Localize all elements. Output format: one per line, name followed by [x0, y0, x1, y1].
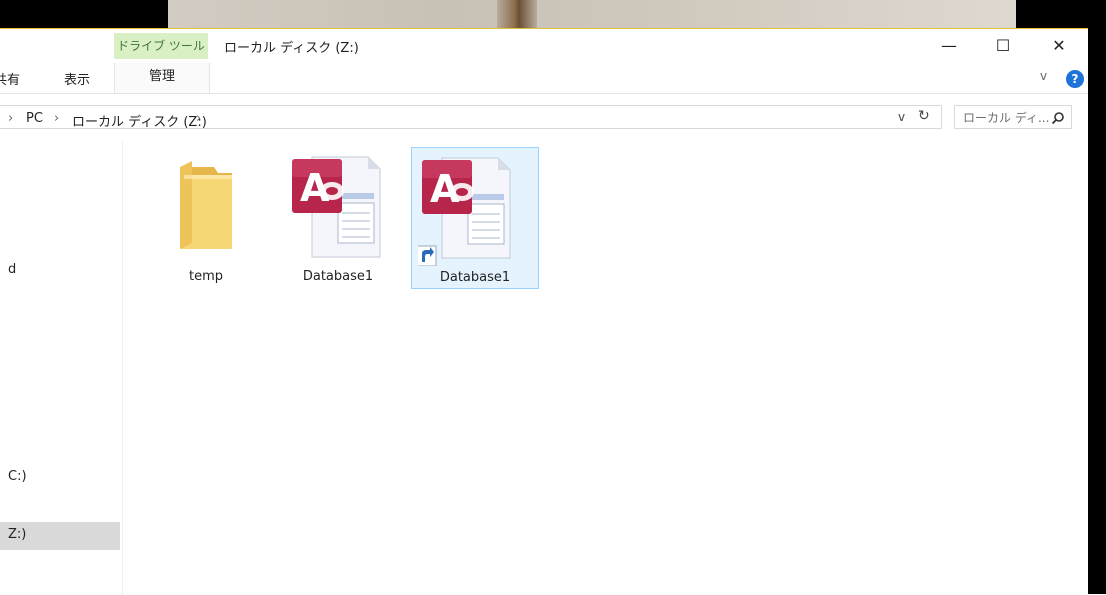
- nav-item-drive-z-selected[interactable]: Z:): [0, 522, 120, 550]
- nav-item-drive-z: Z:): [8, 527, 27, 542]
- minimize-button[interactable]: —: [926, 29, 972, 63]
- navigation-pane: d C:) Z:): [0, 141, 123, 595]
- nav-item-d[interactable]: d: [8, 262, 16, 277]
- tab-share[interactable]: 共有: [0, 69, 20, 88]
- refresh-icon[interactable]: ↻: [918, 108, 930, 124]
- search-input[interactable]: ローカル ディ...: [954, 105, 1072, 129]
- file-item-database1[interactable]: A Database1: [274, 147, 402, 289]
- drive-tools-context-tab[interactable]: ドライブ ツール: [114, 33, 208, 59]
- file-item-temp-folder[interactable]: temp: [142, 147, 270, 289]
- desktop-background-right: [1016, 0, 1106, 28]
- desktop-background-detail: [497, 0, 537, 28]
- file-name: Database1: [439, 270, 511, 285]
- search-icon[interactable]: [1051, 110, 1065, 129]
- explorer-window: ドライブ ツール ローカル ディスク (Z:) — ☐ ✕ 共有 表示 管理 v…: [0, 28, 1088, 595]
- desktop-background-edge: [1088, 28, 1106, 594]
- file-item-database1-shortcut[interactable]: A Database1: [411, 147, 539, 289]
- ribbon-expand-chevron-icon[interactable]: v: [1040, 69, 1047, 83]
- breadcrumb-chevron-icon[interactable]: ›: [196, 111, 201, 126]
- window-title: ローカル ディスク (Z:): [224, 41, 359, 56]
- address-row: › PC › ローカル ディスク (Z:) › v ↻ ローカル ディ...: [0, 101, 1088, 133]
- close-button[interactable]: ✕: [1036, 29, 1082, 63]
- address-dropdown-chevron-icon[interactable]: v: [898, 110, 905, 124]
- desktop-background-left: [0, 0, 168, 28]
- breadcrumb-chevron-icon[interactable]: ›: [8, 111, 13, 126]
- help-icon[interactable]: ?: [1066, 70, 1084, 88]
- address-bar[interactable]: › PC › ローカル ディスク (Z:) › v ↻: [0, 105, 942, 130]
- access-database-shortcut-icon: A: [415, 154, 518, 267]
- title-bar[interactable]: ドライブ ツール ローカル ディスク (Z:) — ☐ ✕: [0, 29, 1088, 63]
- access-database-icon: A: [288, 153, 388, 265]
- breadcrumb-pc[interactable]: PC: [26, 111, 43, 126]
- tab-view[interactable]: 表示: [64, 69, 90, 88]
- file-name: Database1: [302, 269, 374, 284]
- ribbon-tabs: 共有 表示 管理: [0, 63, 1088, 94]
- folder-icon: [156, 153, 256, 265]
- breadcrumb-local-disk-z[interactable]: ローカル ディスク (Z:): [72, 111, 207, 130]
- search-placeholder: ローカル ディ...: [963, 111, 1050, 125]
- file-name: temp: [188, 269, 223, 284]
- maximize-button[interactable]: ☐: [980, 29, 1026, 63]
- tab-manage[interactable]: 管理: [114, 63, 210, 93]
- nav-item-drive-c[interactable]: C:): [8, 469, 27, 484]
- breadcrumb-chevron-icon[interactable]: ›: [54, 111, 59, 126]
